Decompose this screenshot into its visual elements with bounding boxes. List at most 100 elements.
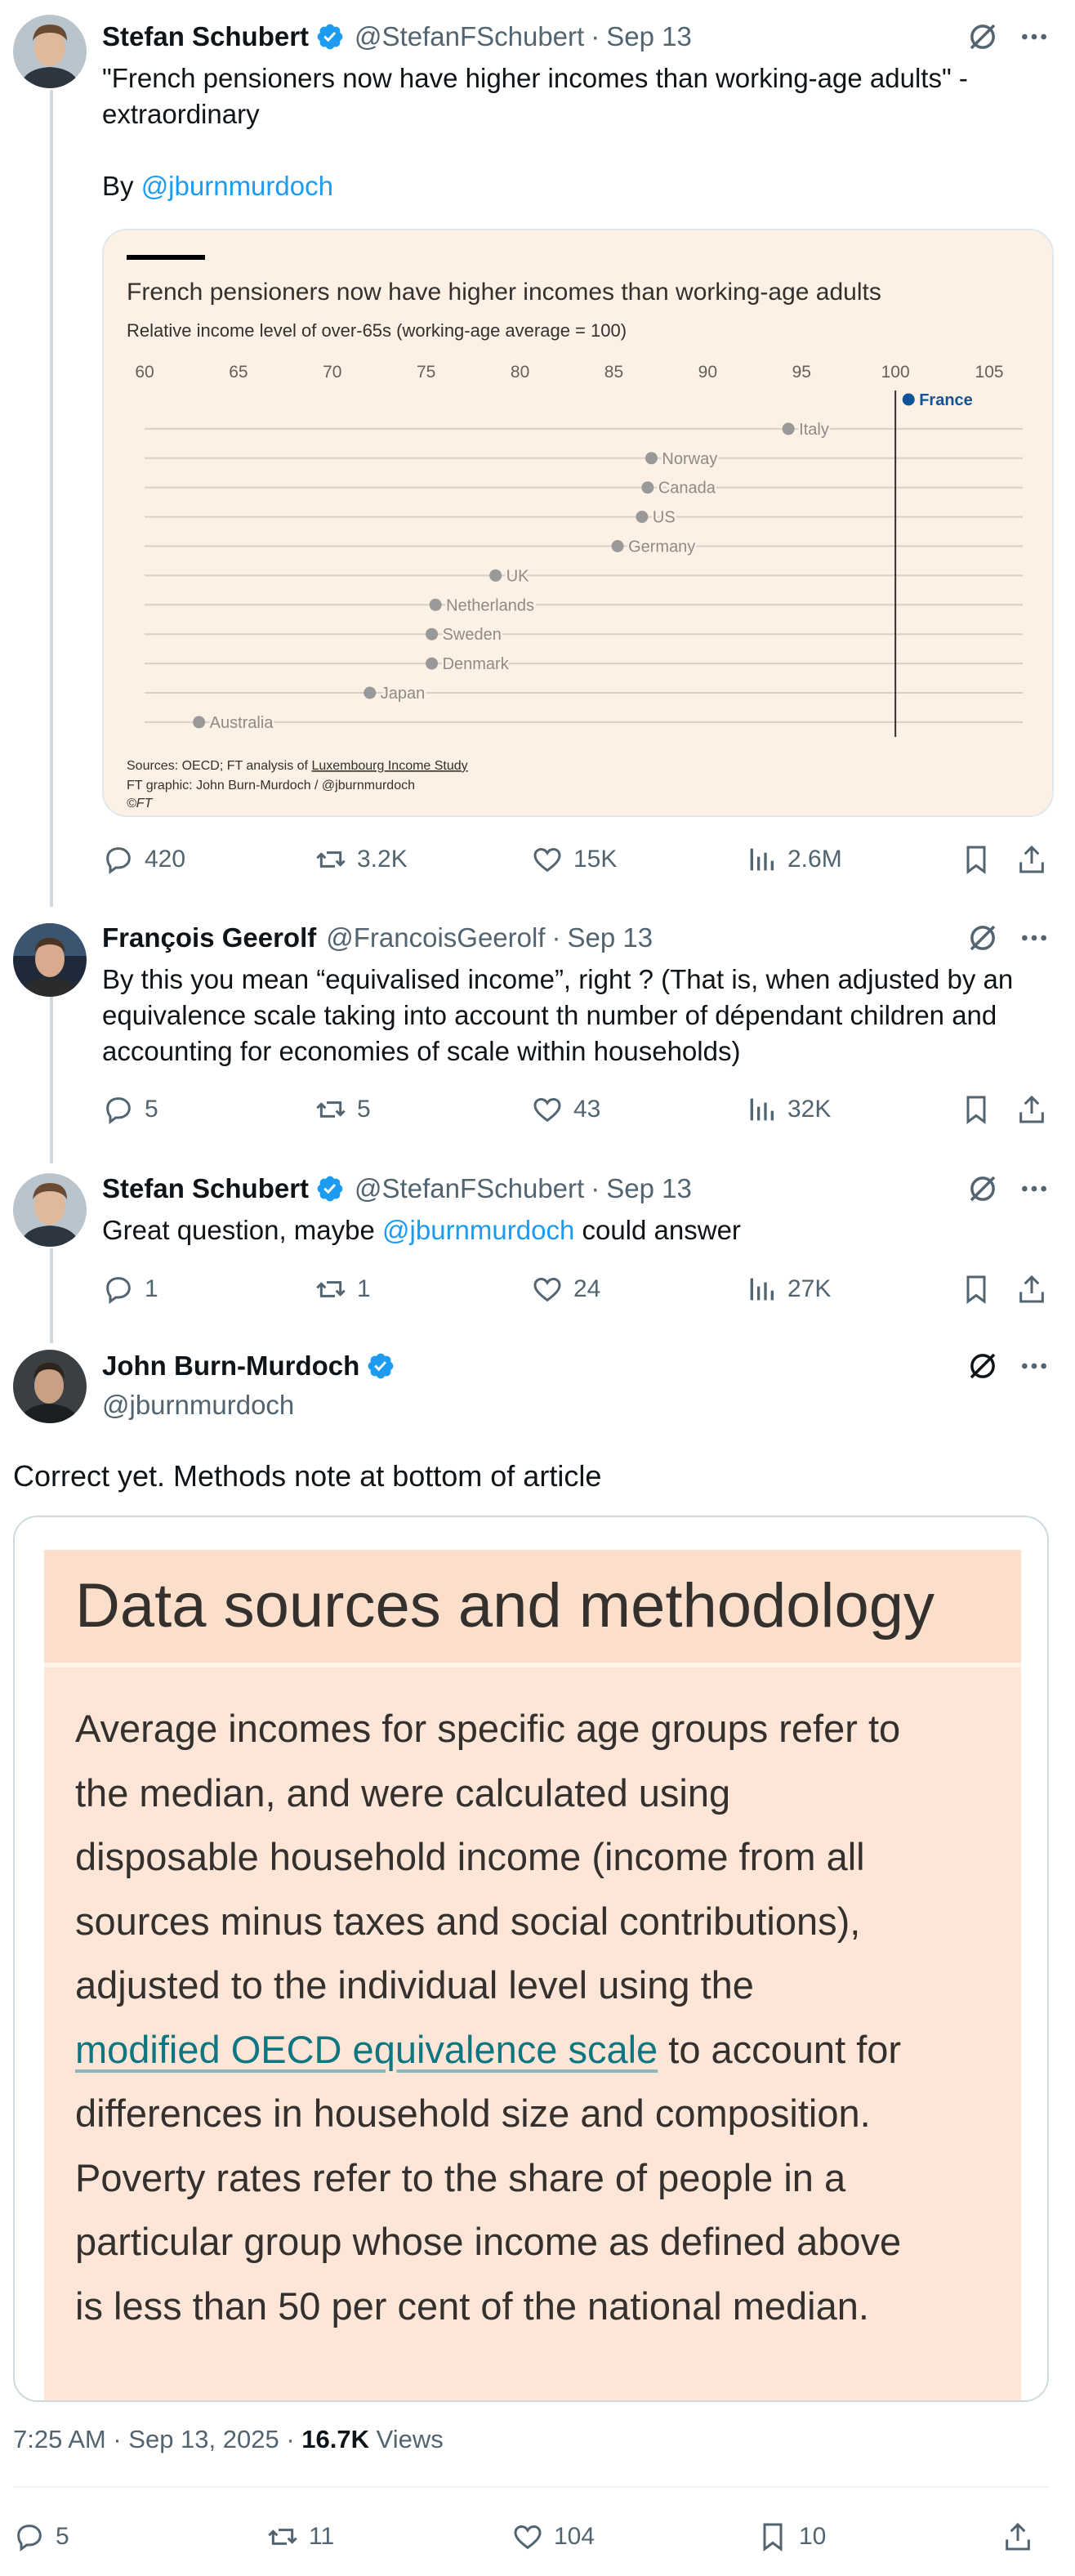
reply-icon <box>106 1277 131 1304</box>
avatar[interactable] <box>13 1350 87 1423</box>
like-button[interactable]: 43 <box>531 1089 600 1130</box>
avatar[interactable] <box>13 923 87 997</box>
methodology-line: differences in household size and compos… <box>75 2092 871 2135</box>
like-button[interactable]: 104 <box>511 2516 595 2557</box>
repost-button[interactable]: 5 <box>314 1089 371 1130</box>
bookmark-button[interactable] <box>960 1089 992 1130</box>
repost-count: 5 <box>357 1096 371 1123</box>
methodology-image[interactable]: Data sources and methodology Average inc… <box>13 1516 1049 2402</box>
bookmark-icon <box>966 1275 986 1304</box>
author-name[interactable]: François Geerolf <box>102 922 316 953</box>
mention-link[interactable]: @jburnmurdoch <box>141 171 333 201</box>
timestamp[interactable]: Sep 13 <box>606 1173 692 1204</box>
reply-button[interactable]: 5 <box>102 1089 158 1130</box>
views-button[interactable]: 27K <box>745 1269 831 1310</box>
bookmark-button[interactable]: 10 <box>756 2516 826 2557</box>
x-tick-labels: 60 65 70 75 80 85 90 95 100 105 <box>135 363 1003 382</box>
reply-icon <box>106 847 131 874</box>
share-button[interactable] <box>1001 2516 1034 2557</box>
more-options-icon[interactable] <box>1018 20 1050 53</box>
grok-icon[interactable] <box>966 1172 1000 1206</box>
separator-dot: · <box>591 21 600 51</box>
grok-icon[interactable] <box>966 20 1000 54</box>
data-point-australia <box>193 716 206 729</box>
methodology-divider <box>44 1663 1021 1667</box>
mention-link[interactable]: @jburnmurdoch <box>382 1215 574 1245</box>
avatar[interactable] <box>13 15 87 88</box>
more-options-icon[interactable] <box>1018 922 1050 954</box>
x-tick-label: 105 <box>975 363 1004 382</box>
methodology-line: Poverty rates refer to the share of peop… <box>75 2155 846 2199</box>
tweet-datetime[interactable]: 7:25 AM · Sep 13, 2025 · <box>13 2425 301 2453</box>
tweet-text-prefix: Great question, maybe <box>102 1215 383 1245</box>
chart-title: French pensioners now have higher income… <box>127 279 881 306</box>
reply-button[interactable]: 420 <box>102 839 185 880</box>
verified-badge-icon <box>317 1176 343 1202</box>
data-point-sweden <box>426 627 439 641</box>
reply-button[interactable]: 5 <box>13 2516 69 2557</box>
reply-count: 5 <box>145 1096 158 1123</box>
like-button[interactable]: 15K <box>531 839 617 880</box>
more-options-icon[interactable] <box>1018 1172 1050 1205</box>
tweet-views-count: 16.7K <box>301 2425 370 2453</box>
author-handle[interactable]: @jburnmurdoch <box>102 1390 294 1421</box>
tweet-meta: 7:25 AM · Sep 13, 2025 · 16.7K Views <box>13 2425 444 2454</box>
views-button[interactable]: 32K <box>745 1089 831 1130</box>
avatar[interactable] <box>13 1173 87 1247</box>
tweet-header: Stefan Schubert @StefanFSchubert · Sep 1… <box>102 1171 692 1207</box>
heart-icon <box>533 1097 561 1123</box>
share-button[interactable] <box>1015 1269 1048 1310</box>
reply-icon <box>106 1097 131 1124</box>
like-count: 43 <box>573 1096 601 1123</box>
main-tweet-text: Correct yet. Methods note at bottom of a… <box>13 1458 961 1495</box>
author-name[interactable]: John Burn-Murdoch <box>102 1351 359 1382</box>
data-label-netherlands: Netherlands <box>446 596 534 614</box>
repost-button[interactable]: 3.2K <box>314 839 408 880</box>
data-label-france: France <box>919 391 973 409</box>
more-options-icon[interactable] <box>1018 1350 1050 1382</box>
methodology-line: sources minus taxes and social contribut… <box>75 1899 861 1943</box>
x-tick-label: 75 <box>417 363 435 382</box>
heart-icon <box>533 847 561 873</box>
tweet-text-line: accounting for economies of scale within… <box>102 1036 741 1066</box>
views-button[interactable]: 2.6M <box>745 839 842 880</box>
share-button[interactable] <box>1015 1089 1048 1130</box>
author-handle[interactable]: @FrancoisGeerolf <box>326 922 545 953</box>
bookmark-button[interactable] <box>960 1269 992 1310</box>
tweet-text: Great question, maybe @jburnmurdoch coul… <box>102 1212 1050 1248</box>
repost-button[interactable]: 11 <box>266 2516 334 2557</box>
author-name[interactable]: Stefan Schubert <box>102 1173 309 1204</box>
like-count: 15K <box>573 846 618 873</box>
share-button[interactable] <box>1015 839 1048 880</box>
thread-line-1 <box>50 90 53 907</box>
tweet-text-suffix: could answer <box>574 1215 741 1245</box>
author-name[interactable]: Stefan Schubert <box>102 21 309 52</box>
like-button[interactable]: 24 <box>531 1269 600 1310</box>
like-count: 24 <box>573 1275 601 1302</box>
tweet-actions: 1 1 24 27K <box>102 1269 1050 1310</box>
separator-dot: · <box>551 922 561 953</box>
author-handle[interactable]: @StefanFSchubert <box>355 1173 584 1204</box>
data-label-australia: Australia <box>210 714 274 732</box>
timestamp[interactable]: Sep 13 <box>568 922 653 953</box>
chart-image[interactable]: French pensioners now have higher income… <box>102 229 1054 817</box>
data-label-us: US <box>653 509 676 527</box>
repost-button[interactable]: 1 <box>314 1269 371 1310</box>
main-handle-row: @jburnmurdoch <box>102 1387 294 1423</box>
reply-button[interactable]: 1 <box>102 1269 158 1310</box>
repost-count: 11 <box>309 2523 335 2550</box>
timestamp[interactable]: Sep 13 <box>606 21 692 52</box>
grok-icon[interactable] <box>966 921 1000 955</box>
tweet-actions: 5 5 43 32K <box>102 1089 1050 1130</box>
data-point-france <box>902 393 915 406</box>
oecd-scale-link[interactable]: modified OECD equivalence scale <box>75 2028 658 2071</box>
data-labels: France Italy Norway Canada US Germany UK Nether… <box>207 390 975 734</box>
data-point-netherlands <box>429 598 442 611</box>
grok-icon[interactable] <box>966 1349 1000 1383</box>
share-icon <box>1019 1275 1044 1303</box>
methodology-line: the median, and were calculated using <box>75 1770 731 1815</box>
divider <box>13 2486 1049 2488</box>
bookmark-button[interactable] <box>960 839 992 880</box>
author-handle[interactable]: @StefanFSchubert <box>355 21 584 52</box>
by-label: By <box>102 171 141 201</box>
